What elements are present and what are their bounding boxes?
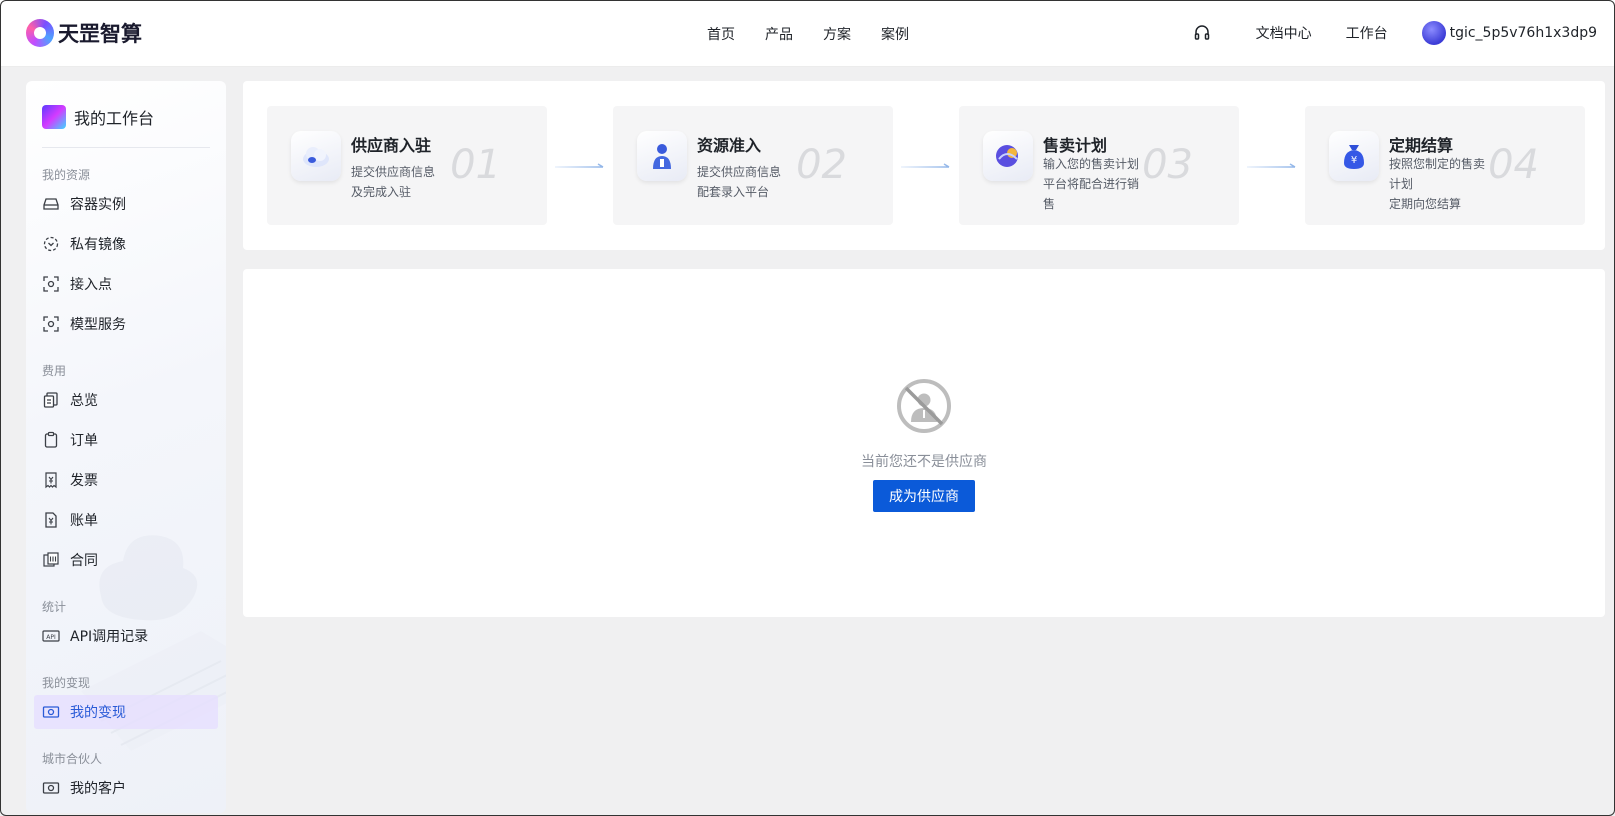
section-my-resources: 我的资源 — [42, 168, 91, 182]
sidebar-item-label: 私有镜像 — [70, 237, 126, 253]
receipt-yen-icon — [42, 471, 60, 489]
sidebar-item-bill[interactable]: 账单 — [34, 503, 218, 537]
username[interactable]: tgic_5p5v76h1x3dp9 — [1450, 25, 1597, 41]
money-bag-icon: ¥ — [1329, 131, 1379, 181]
sidebar-item-label: 合同 — [70, 553, 98, 569]
top-nav: 首页 产品 方案 案例 — [707, 24, 939, 44]
documents-icon — [42, 391, 60, 409]
step-desc: 计划 — [1389, 177, 1414, 191]
step-desc: 提交供应商信息 — [351, 165, 436, 179]
sidebar-item-label: 接入点 — [70, 277, 112, 293]
sidebar-item-label: API调用记录 — [70, 629, 149, 645]
sales-plan-icon — [983, 131, 1033, 181]
step-number: 01 — [450, 142, 501, 188]
money-icon — [42, 779, 60, 797]
sidebar-item-my-customers[interactable]: 我的客户 — [34, 771, 218, 805]
step-desc: 及完成入驻 — [351, 185, 412, 199]
step-card: 供应商入驻 提交供应商信息 及完成入驻 01 — [267, 106, 547, 225]
contract-icon — [42, 551, 60, 569]
arrow-right-icon — [555, 163, 604, 168]
sidebar-item-access-point[interactable]: 接入点 — [34, 267, 218, 301]
headset-icon[interactable] — [1193, 24, 1211, 42]
section-city-partner: 城市合伙人 — [42, 752, 103, 766]
step-desc: 平台将配合进行销 — [1043, 177, 1140, 191]
step-number: 02 — [796, 142, 847, 188]
bill-document-icon — [42, 511, 60, 529]
svg-text:API: API — [46, 634, 56, 641]
step-title: 供应商入驻 — [351, 136, 432, 155]
top-header: 天罡智算 首页 产品 方案 案例 文档中心 工作台 tgic_5p5v76h1x… — [0, 0, 1615, 67]
cloud-icon — [291, 131, 341, 181]
logo-text: 天罡智算 — [58, 22, 142, 46]
sidebar-item-my-monetize[interactable]: 我的变现 — [34, 695, 218, 729]
section-monetize: 我的变现 — [42, 676, 91, 690]
supplier-person-icon — [637, 131, 687, 181]
sidebar-item-contract[interactable]: 合同 — [34, 543, 218, 577]
sidebar-item-label: 我的变现 — [70, 705, 126, 721]
sidebar-item-invoice[interactable]: 发票 — [34, 463, 218, 497]
no-supplier-icon — [897, 379, 951, 433]
step-desc: 配套录入平台 — [697, 185, 770, 199]
step-card: ¥ 定期结算 按照您制定的售卖 计划 定期向您结算 04 — [1305, 106, 1585, 225]
api-icon: API — [42, 627, 60, 645]
hard-drive-icon — [42, 195, 60, 213]
workbench-logo-icon — [42, 105, 66, 129]
header-actions: 文档中心 工作台 tgic_5p5v76h1x3dp9 — [1193, 21, 1597, 45]
sidebar-item-label: 模型服务 — [70, 317, 126, 333]
arrow-right-icon — [901, 163, 950, 168]
step-number: 03 — [1142, 142, 1193, 188]
step-title: 定期结算 — [1389, 136, 1454, 155]
sidebar: 我的工作台 我的资源 容器实例 私有镜像 接入点 模型服务 费用 总览 订单 发… — [26, 81, 226, 813]
step-desc: 提交供应商信息 — [697, 165, 782, 179]
sidebar-item-container[interactable]: 容器实例 — [34, 187, 218, 221]
focus-target-icon — [42, 315, 60, 333]
step-card: 售卖计划 输入您的售卖计划 平台将配合进行销 售 03 — [959, 106, 1239, 225]
sidebar-item-label: 账单 — [70, 513, 98, 529]
arrow-right-icon — [1247, 163, 1296, 168]
logo-icon — [26, 19, 54, 47]
brand-logo[interactable]: 天罡智算 — [26, 18, 142, 48]
sidebar-item-label: 我的客户 — [70, 781, 126, 797]
supplier-steps-card: 供应商入驻 提交供应商信息 及完成入驻 01 资源准入 提交供应商信息 配套录入… — [243, 81, 1605, 250]
sidebar-item-model-service[interactable]: 模型服务 — [34, 307, 218, 341]
section-stats: 统计 — [42, 600, 67, 614]
sidebar-item-label: 发票 — [70, 473, 98, 489]
docs-center-link[interactable]: 文档中心 — [1256, 23, 1312, 43]
section-billing: 费用 — [42, 364, 67, 378]
sidebar-item-overview[interactable]: 总览 — [34, 383, 218, 417]
empty-state-card: 当前您还不是供应商 成为供应商 — [243, 269, 1605, 617]
sidebar-item-label: 总览 — [70, 393, 98, 409]
step-card: 资源准入 提交供应商信息 配套录入平台 02 — [613, 106, 893, 225]
step-desc: 定期向您结算 — [1389, 197, 1462, 211]
step-desc: 售 — [1043, 197, 1056, 211]
nav-cases[interactable]: 案例 — [881, 24, 909, 44]
step-title: 资源准入 — [697, 136, 762, 155]
sidebar-title: 我的工作台 — [74, 109, 155, 128]
step-desc: 按照您制定的售卖 — [1389, 157, 1486, 171]
sidebar-item-api-log[interactable]: API API调用记录 — [34, 619, 218, 653]
empty-state-message: 当前您还不是供应商 — [861, 454, 987, 470]
clipboard-icon — [42, 431, 60, 449]
sidebar-item-private-image[interactable]: 私有镜像 — [34, 227, 218, 261]
sidebar-item-orders[interactable]: 订单 — [34, 423, 218, 457]
nav-home[interactable]: 首页 — [707, 24, 735, 44]
workbench-link[interactable]: 工作台 — [1346, 23, 1388, 43]
sidebar-header: 我的工作台 — [42, 105, 154, 129]
sidebar-item-label: 容器实例 — [70, 197, 126, 213]
step-desc: 输入您的售卖计划 — [1043, 157, 1140, 171]
money-icon — [42, 703, 60, 721]
become-supplier-button[interactable]: 成为供应商 — [873, 480, 975, 512]
image-mirror-icon — [42, 235, 60, 253]
step-title: 售卖计划 — [1043, 136, 1108, 155]
svg-text:¥: ¥ — [1351, 155, 1357, 166]
nav-solutions[interactable]: 方案 — [823, 24, 851, 44]
sidebar-divider — [42, 147, 210, 148]
nav-products[interactable]: 产品 — [765, 24, 793, 44]
avatar[interactable] — [1421, 21, 1446, 45]
sidebar-item-label: 订单 — [70, 433, 98, 449]
focus-target-icon — [42, 275, 60, 293]
step-number: 04 — [1488, 142, 1539, 188]
